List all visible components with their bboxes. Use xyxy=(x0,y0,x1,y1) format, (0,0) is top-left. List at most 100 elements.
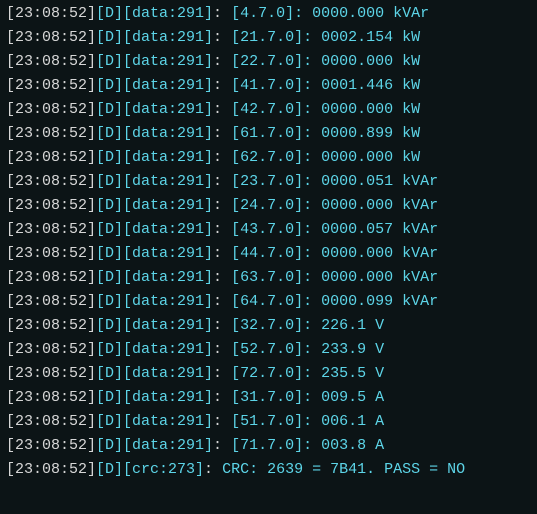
separator: : xyxy=(213,389,231,406)
timestamp: [23:08:52] xyxy=(6,77,96,94)
timestamp: [23:08:52] xyxy=(6,149,96,166)
log-level: [D] xyxy=(96,173,123,190)
log-level: [D] xyxy=(96,413,123,430)
log-level: [D] xyxy=(96,245,123,262)
log-source: [data:291] xyxy=(123,197,213,214)
log-level: [D] xyxy=(96,149,123,166)
timestamp: [23:08:52] xyxy=(6,317,96,334)
log-line: [23:08:52][D][data:291]: [41.7.0]: 0001.… xyxy=(6,74,531,98)
log-line: [23:08:52][D][data:291]: [23.7.0]: 0000.… xyxy=(6,170,531,194)
separator: : xyxy=(213,173,231,190)
log-message: [4.7.0]: 0000.000 kVAr xyxy=(231,5,429,22)
log-source: [data:291] xyxy=(123,341,213,358)
separator: : xyxy=(213,245,231,262)
timestamp: [23:08:52] xyxy=(6,293,96,310)
log-line: [23:08:52][D][crc:273]: CRC: 2639 = 7B41… xyxy=(6,458,531,482)
timestamp: [23:08:52] xyxy=(6,365,96,382)
log-level: [D] xyxy=(96,317,123,334)
log-source: [data:291] xyxy=(123,437,213,454)
log-message: [71.7.0]: 003.8 A xyxy=(231,437,384,454)
log-line: [23:08:52][D][data:291]: [4.7.0]: 0000.0… xyxy=(6,2,531,26)
timestamp: [23:08:52] xyxy=(6,101,96,118)
log-level: [D] xyxy=(96,293,123,310)
log-message: CRC: 2639 = 7B41. PASS = NO xyxy=(222,461,465,478)
log-output: [23:08:52][D][data:291]: [4.7.0]: 0000.0… xyxy=(0,0,537,484)
log-message: [72.7.0]: 235.5 V xyxy=(231,365,384,382)
log-source: [data:291] xyxy=(123,5,213,22)
log-level: [D] xyxy=(96,269,123,286)
timestamp: [23:08:52] xyxy=(6,125,96,142)
log-level: [D] xyxy=(96,197,123,214)
log-line: [23:08:52][D][data:291]: [51.7.0]: 006.1… xyxy=(6,410,531,434)
log-line: [23:08:52][D][data:291]: [21.7.0]: 0002.… xyxy=(6,26,531,50)
log-message: [23.7.0]: 0000.051 kVAr xyxy=(231,173,438,190)
separator: : xyxy=(213,269,231,286)
timestamp: [23:08:52] xyxy=(6,29,96,46)
log-source: [data:291] xyxy=(123,413,213,430)
separator: : xyxy=(213,197,231,214)
log-source: [crc:273] xyxy=(123,461,204,478)
log-level: [D] xyxy=(96,365,123,382)
separator: : xyxy=(213,317,231,334)
log-line: [23:08:52][D][data:291]: [44.7.0]: 0000.… xyxy=(6,242,531,266)
log-line: [23:08:52][D][data:291]: [24.7.0]: 0000.… xyxy=(6,194,531,218)
separator: : xyxy=(213,293,231,310)
log-source: [data:291] xyxy=(123,365,213,382)
timestamp: [23:08:52] xyxy=(6,437,96,454)
log-message: [24.7.0]: 0000.000 kVAr xyxy=(231,197,438,214)
log-level: [D] xyxy=(96,5,123,22)
log-line: [23:08:52][D][data:291]: [32.7.0]: 226.1… xyxy=(6,314,531,338)
log-message: [21.7.0]: 0002.154 kW xyxy=(231,29,420,46)
log-message: [52.7.0]: 233.9 V xyxy=(231,341,384,358)
log-level: [D] xyxy=(96,77,123,94)
log-level: [D] xyxy=(96,125,123,142)
log-line: [23:08:52][D][data:291]: [22.7.0]: 0000.… xyxy=(6,50,531,74)
log-source: [data:291] xyxy=(123,269,213,286)
log-level: [D] xyxy=(96,221,123,238)
timestamp: [23:08:52] xyxy=(6,461,96,478)
log-line: [23:08:52][D][data:291]: [42.7.0]: 0000.… xyxy=(6,98,531,122)
log-message: [44.7.0]: 0000.000 kVAr xyxy=(231,245,438,262)
log-level: [D] xyxy=(96,389,123,406)
log-level: [D] xyxy=(96,437,123,454)
timestamp: [23:08:52] xyxy=(6,269,96,286)
log-line: [23:08:52][D][data:291]: [61.7.0]: 0000.… xyxy=(6,122,531,146)
log-source: [data:291] xyxy=(123,293,213,310)
log-line: [23:08:52][D][data:291]: [43.7.0]: 0000.… xyxy=(6,218,531,242)
separator: : xyxy=(213,5,231,22)
log-source: [data:291] xyxy=(123,29,213,46)
log-source: [data:291] xyxy=(123,389,213,406)
timestamp: [23:08:52] xyxy=(6,221,96,238)
separator: : xyxy=(213,77,231,94)
log-source: [data:291] xyxy=(123,317,213,334)
log-source: [data:291] xyxy=(123,77,213,94)
log-message: [31.7.0]: 009.5 A xyxy=(231,389,384,406)
log-line: [23:08:52][D][data:291]: [72.7.0]: 235.5… xyxy=(6,362,531,386)
separator: : xyxy=(213,341,231,358)
separator: : xyxy=(213,101,231,118)
log-line: [23:08:52][D][data:291]: [63.7.0]: 0000.… xyxy=(6,266,531,290)
separator: : xyxy=(204,461,222,478)
log-source: [data:291] xyxy=(123,101,213,118)
log-message: [62.7.0]: 0000.000 kW xyxy=(231,149,420,166)
log-message: [61.7.0]: 0000.899 kW xyxy=(231,125,420,142)
timestamp: [23:08:52] xyxy=(6,341,96,358)
log-source: [data:291] xyxy=(123,149,213,166)
separator: : xyxy=(213,125,231,142)
log-level: [D] xyxy=(96,29,123,46)
timestamp: [23:08:52] xyxy=(6,5,96,22)
log-message: [64.7.0]: 0000.099 kVAr xyxy=(231,293,438,310)
log-level: [D] xyxy=(96,53,123,70)
log-line: [23:08:52][D][data:291]: [31.7.0]: 009.5… xyxy=(6,386,531,410)
separator: : xyxy=(213,365,231,382)
separator: : xyxy=(213,437,231,454)
log-level: [D] xyxy=(96,341,123,358)
log-line: [23:08:52][D][data:291]: [52.7.0]: 233.9… xyxy=(6,338,531,362)
log-message: [41.7.0]: 0001.446 kW xyxy=(231,77,420,94)
log-line: [23:08:52][D][data:291]: [62.7.0]: 0000.… xyxy=(6,146,531,170)
timestamp: [23:08:52] xyxy=(6,245,96,262)
log-line: [23:08:52][D][data:291]: [64.7.0]: 0000.… xyxy=(6,290,531,314)
log-message: [63.7.0]: 0000.000 kVAr xyxy=(231,269,438,286)
timestamp: [23:08:52] xyxy=(6,173,96,190)
timestamp: [23:08:52] xyxy=(6,389,96,406)
